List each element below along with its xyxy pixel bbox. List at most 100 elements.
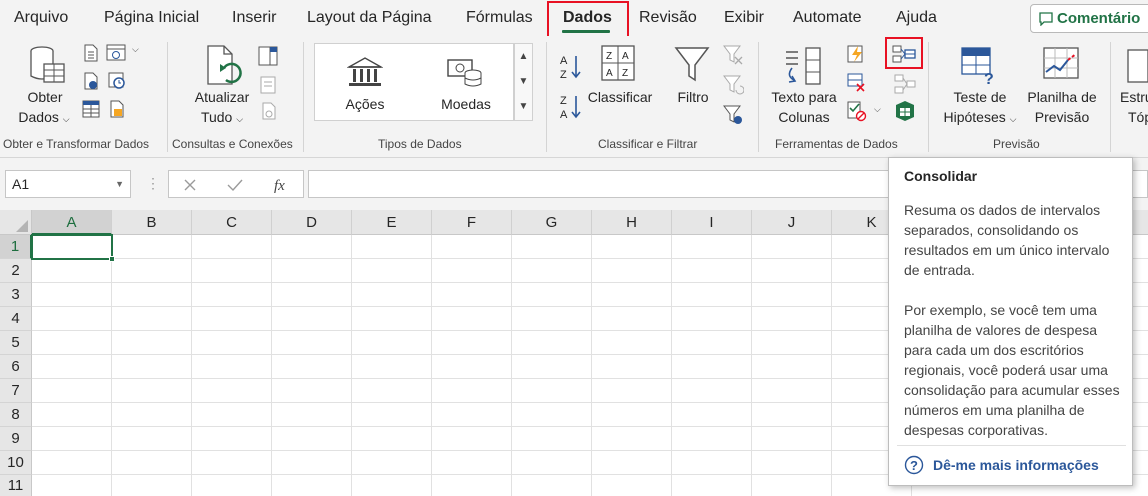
consolidate-tooltip: Consolidar Resuma os dados de intervalos… [888, 157, 1133, 486]
clear-filter-icon[interactable] [722, 44, 744, 66]
group-label-consultas: Consultas e Conexões [172, 137, 293, 151]
text-to-columns-icon [786, 47, 821, 85]
advanced-filter-icon[interactable] [722, 104, 744, 126]
tab-arquivo[interactable]: Arquivo [14, 0, 68, 36]
select-all-corner[interactable] [0, 210, 32, 235]
row-header-11[interactable]: 11 [0, 475, 32, 496]
flash-fill-icon[interactable] [846, 44, 866, 64]
gridline [511, 235, 512, 496]
data-types-gallery: Ações Moedas [314, 43, 514, 121]
chevron-down-icon: ⌵ [1009, 114, 1017, 124]
chevron-down-icon: ⌵ [236, 114, 244, 124]
insert-function-icon[interactable]: fx [273, 175, 291, 195]
relationships-icon[interactable] [894, 74, 916, 94]
gridline [111, 235, 112, 496]
from-table-icon[interactable] [82, 72, 100, 90]
data-model-icon[interactable] [894, 100, 916, 122]
gridline [671, 235, 672, 496]
chevron-down-icon[interactable]: ⌵ [874, 104, 881, 115]
chevron-up-icon[interactable]: ▲ [515, 44, 532, 69]
column-header-d[interactable]: D [272, 210, 352, 235]
row-header-2[interactable]: 2 [0, 259, 32, 283]
group-label-obter: Obter e Transformar Dados [3, 137, 150, 151]
comments-button-label: Comentário [1057, 10, 1141, 27]
column-header-b[interactable]: B [112, 210, 192, 235]
row-header-10[interactable]: 10 [0, 451, 32, 475]
active-cell-a1[interactable] [31, 234, 113, 260]
data-validation-icon[interactable] [846, 100, 868, 122]
enter-check-icon[interactable] [227, 178, 243, 192]
cancel-icon[interactable] [183, 178, 197, 192]
planilha-label-2: Previsão [1034, 109, 1090, 125]
existing-connections-icon[interactable] [108, 100, 126, 118]
gridline [591, 235, 592, 496]
column-header-a[interactable]: A [32, 210, 112, 235]
svg-text:A: A [560, 55, 568, 67]
tab-formulas[interactable]: Fórmulas [466, 0, 533, 36]
recent-sources-icon[interactable] [108, 72, 126, 90]
obter-dados-label-1: Obter [27, 89, 63, 105]
comments-button[interactable]: Comentário [1030, 4, 1148, 33]
planilha-label-1: Planilha de [1027, 89, 1097, 105]
tab-inserir[interactable]: Inserir [232, 0, 276, 36]
edit-links-icon[interactable] [260, 102, 278, 120]
comment-icon [1039, 12, 1053, 26]
help-question-icon: ? [904, 455, 924, 475]
currency-icon [447, 59, 482, 87]
row-header-6[interactable]: 6 [0, 355, 32, 379]
from-web-icon[interactable] [106, 44, 128, 62]
properties-icon[interactable] [260, 76, 276, 94]
gridline [271, 235, 272, 496]
tab-automate[interactable]: Automate [793, 0, 861, 36]
tooltip-help-link[interactable]: ? Dê-me mais informações [904, 454, 1099, 476]
formula-bar-grip-icon[interactable]: ⋮ [146, 174, 160, 192]
column-header-j[interactable]: J [752, 210, 832, 235]
svg-text:Z: Z [622, 68, 628, 79]
bank-stocks-icon [347, 57, 383, 86]
filtro-label: Filtro [677, 89, 709, 105]
column-header-e[interactable]: E [352, 210, 432, 235]
row-header-5[interactable]: 5 [0, 331, 32, 355]
sort-a-z-icon[interactable]: AZ [558, 52, 584, 80]
reapply-filter-icon[interactable] [722, 74, 744, 96]
tab-layout-da-pagina[interactable]: Layout da Página [307, 0, 432, 36]
tab-ajuda[interactable]: Ajuda [896, 0, 937, 36]
select-all-triangle-icon [16, 220, 28, 232]
row-header-8[interactable]: 8 [0, 403, 32, 427]
row-header-9[interactable]: 9 [0, 427, 32, 451]
teste-label-2-text: Hipóteses [943, 109, 1006, 125]
chevron-down-icon[interactable]: ▼ [515, 69, 532, 94]
column-header-f[interactable]: F [432, 210, 512, 235]
from-text-csv-icon[interactable] [82, 44, 100, 62]
column-header-c[interactable]: C [192, 210, 272, 235]
svg-text:Z: Z [606, 51, 612, 62]
tab-pagina-inicial[interactable]: Página Inicial [104, 0, 199, 36]
forecast-sheet-icon [1043, 47, 1079, 79]
queries-connections-icon[interactable] [258, 46, 278, 66]
remove-duplicates-icon[interactable] [846, 72, 866, 92]
sort-dialog-icon: Z A A Z [601, 45, 635, 81]
row-header-4[interactable]: 4 [0, 307, 32, 331]
from-table-range-icon[interactable] [82, 100, 100, 118]
svg-text:A: A [560, 109, 568, 120]
row-header-7[interactable]: 7 [0, 379, 32, 403]
chevron-down-icon[interactable]: ▼ [115, 171, 124, 197]
chevron-down-icon[interactable]: ⌵ [132, 44, 139, 55]
name-box[interactable]: A1 ▼ [5, 170, 131, 198]
acoes-label: Ações [345, 96, 385, 112]
fill-handle[interactable] [109, 256, 115, 262]
menu-bar: Arquivo Página Inicial Inserir Layout da… [0, 0, 1148, 41]
column-header-i[interactable]: I [672, 210, 752, 235]
group-label-ferramentas: Ferramentas de Dados [775, 137, 898, 151]
gallery-more-icon[interactable]: ▼ [515, 94, 532, 119]
group-label-previsao: Previsão [993, 137, 1040, 151]
row-header-1[interactable]: 1 [0, 235, 32, 259]
svg-text:A: A [622, 51, 629, 62]
tab-exibir[interactable]: Exibir [724, 0, 764, 36]
column-header-h[interactable]: H [592, 210, 672, 235]
tab-revisao[interactable]: Revisão [639, 0, 697, 36]
column-header-g[interactable]: G [512, 210, 592, 235]
row-header-3[interactable]: 3 [0, 283, 32, 307]
estrutura-label-1: Estru [1120, 89, 1148, 105]
sort-z-a-icon[interactable]: ZA [558, 92, 584, 120]
